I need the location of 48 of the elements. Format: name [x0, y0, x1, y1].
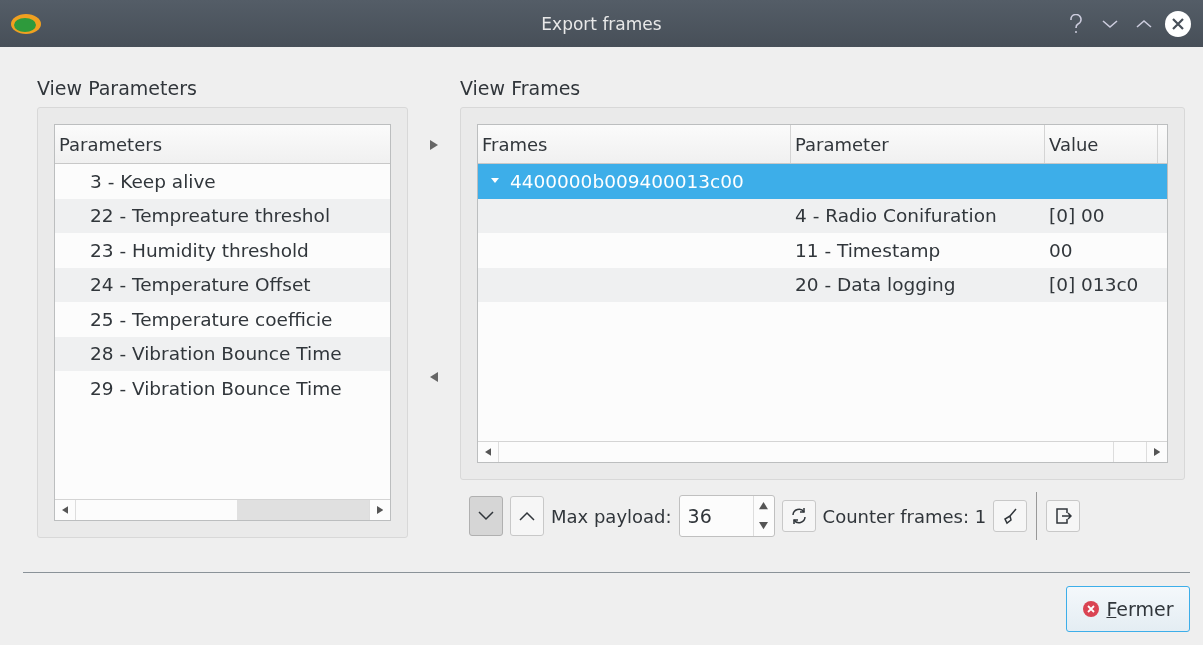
parameter-cell: 11 - Timestamp — [795, 239, 941, 261]
window-title: Export frames — [540, 13, 663, 34]
group-title: View Frames — [460, 77, 581, 101]
frame-id: 4400000b009400013c00 — [510, 170, 744, 192]
scroll-right-icon[interactable] — [1153, 448, 1161, 456]
parameter-cell: 20 - Data logging — [795, 274, 956, 296]
parameter-item[interactable]: 24 - Temperature Offset — [55, 267, 390, 302]
horizontal-scrollbar[interactable] — [55, 499, 390, 520]
column-header[interactable]: Parameter — [791, 125, 1045, 163]
export-button[interactable] — [1046, 500, 1081, 532]
chevron-down-icon — [1102, 18, 1118, 29]
spin-up-icon[interactable] — [759, 502, 769, 510]
column-header[interactable]: Frames — [478, 125, 791, 163]
question-mark-icon — [1069, 13, 1083, 34]
spin-down-icon[interactable] — [759, 522, 769, 530]
column-header[interactable]: Parameters — [55, 125, 390, 163]
move-down-button[interactable] — [469, 496, 503, 536]
group-title: View Parameters — [37, 77, 197, 101]
export-icon — [1054, 507, 1073, 525]
brush-icon — [1001, 507, 1020, 525]
chevron-up-icon — [1136, 18, 1152, 29]
add-arrow-icon[interactable] — [430, 140, 438, 150]
refresh-button[interactable] — [781, 500, 816, 532]
column-header[interactable]: Value — [1045, 125, 1158, 163]
max-payload-spinbox[interactable]: 36 — [678, 495, 775, 537]
counter-frames-label: Counter frames: 1 — [822, 505, 987, 527]
parameter-cell: 4 - Radio Conifuration — [795, 205, 997, 227]
move-up-button[interactable] — [510, 496, 544, 536]
clear-button[interactable] — [993, 500, 1028, 532]
value-cell: [0] 00 — [1049, 205, 1105, 227]
max-payload-label: Max payload: — [551, 505, 672, 527]
parameter-item[interactable]: 28 - Vibration Bounce Time — [55, 336, 390, 371]
close-dialog-button[interactable]: Fermer — [1066, 586, 1190, 632]
horizontal-scrollbar[interactable] — [478, 441, 1167, 462]
parameter-item[interactable]: 22 - Tempreature threshol — [55, 198, 390, 233]
scroll-left-icon[interactable] — [484, 448, 492, 456]
remove-arrow-icon[interactable] — [430, 372, 438, 382]
value-cell: 00 — [1049, 239, 1073, 261]
close-icon — [1164, 9, 1192, 38]
scroll-right-icon[interactable] — [376, 506, 384, 514]
app-logo-icon — [10, 12, 42, 35]
refresh-icon — [789, 507, 808, 525]
close-circle-icon — [1082, 600, 1101, 618]
chevron-up-icon — [519, 511, 535, 521]
value-cell: [0] 013c0 — [1049, 274, 1139, 296]
max-payload-input[interactable]: 36 — [679, 496, 753, 536]
scroll-left-icon[interactable] — [61, 506, 69, 514]
chevron-down-icon — [478, 511, 494, 521]
